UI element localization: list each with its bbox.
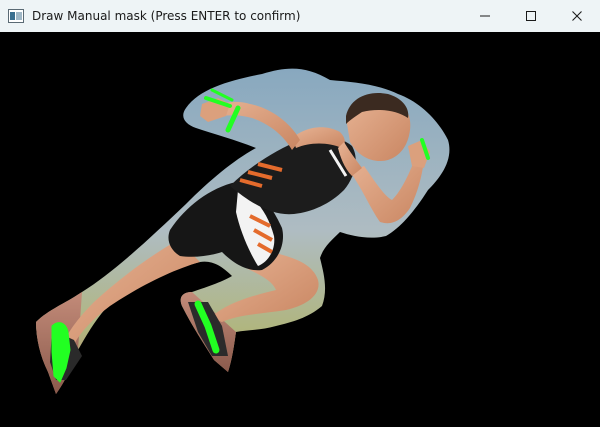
close-icon: [572, 11, 582, 21]
minimize-icon: [480, 15, 490, 17]
maximize-button[interactable]: [508, 0, 554, 32]
window-controls: [462, 0, 600, 32]
opencv-window-icon: [8, 9, 24, 23]
maximize-icon: [526, 11, 536, 21]
sprinter-image: [36, 68, 450, 394]
window-title: Draw Manual mask (Press ENTER to confirm…: [32, 9, 301, 23]
app-window: Draw Manual mask (Press ENTER to confirm…: [0, 0, 600, 427]
close-button[interactable]: [554, 0, 600, 32]
title-bar[interactable]: Draw Manual mask (Press ENTER to confirm…: [0, 0, 600, 32]
mask-drawing-canvas[interactable]: [0, 32, 600, 427]
minimize-button[interactable]: [462, 0, 508, 32]
